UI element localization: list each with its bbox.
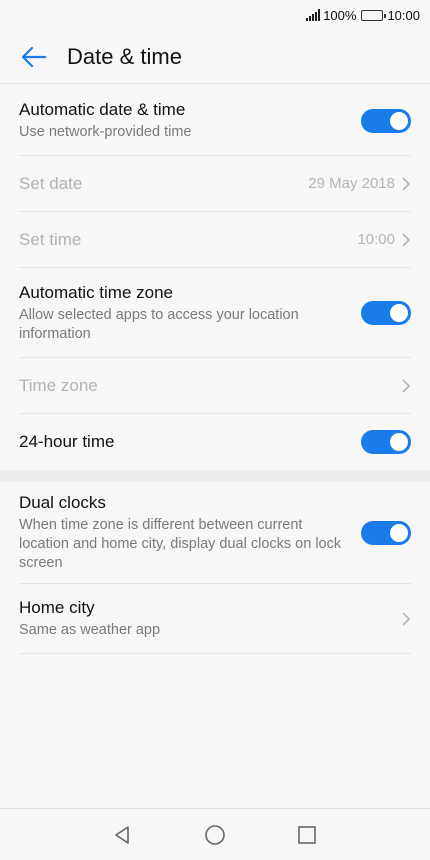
- chevron-right-icon: [402, 611, 411, 626]
- automatic-date-time-title: Automatic date & time: [19, 100, 186, 119]
- nav-recents-button[interactable]: [287, 815, 327, 855]
- automatic-time-zone-subtitle: Allow selected apps to access your locat…: [19, 306, 299, 342]
- home-city-row[interactable]: Home city Same as weather app: [19, 584, 411, 654]
- hour-24-row[interactable]: 24-hour time: [19, 414, 411, 470]
- section-datetime: Automatic date & time Use network-provid…: [0, 86, 430, 470]
- time-zone-title: Time zone: [19, 375, 98, 395]
- chevron-right-icon: [402, 232, 411, 247]
- dual-clocks-subtitle: When time zone is different between curr…: [19, 517, 342, 571]
- automatic-date-time-row[interactable]: Automatic date & time Use network-provid…: [19, 86, 411, 156]
- set-date-row[interactable]: Set date 29 May 2018: [19, 156, 411, 212]
- square-recents-icon: [298, 825, 316, 844]
- home-city-title: Home city: [19, 598, 95, 617]
- battery-percent: 100%: [323, 7, 357, 23]
- hour-24-toggle[interactable]: [361, 430, 411, 454]
- automatic-time-zone-row[interactable]: Automatic time zone Allow selected apps …: [19, 268, 411, 358]
- dual-clocks-toggle[interactable]: [361, 520, 411, 545]
- dual-clocks-row[interactable]: Dual clocks When time zone is different …: [19, 482, 411, 584]
- dual-clocks-title: Dual clocks: [19, 493, 106, 512]
- automatic-time-zone-toggle[interactable]: [361, 300, 411, 325]
- app-bar: Date & time: [0, 30, 430, 84]
- section-clocks: Dual clocks When time zone is different …: [0, 482, 430, 654]
- clock: 10:00: [387, 7, 420, 23]
- set-time-row[interactable]: Set time 10:00: [19, 212, 411, 268]
- automatic-time-zone-title: Automatic time zone: [19, 282, 174, 302]
- navigation-bar: [0, 808, 430, 860]
- signal-icon: [306, 9, 321, 21]
- hour-24-title: 24-hour time: [19, 432, 115, 451]
- back-button[interactable]: [19, 42, 49, 72]
- set-time-value: 10:00: [357, 231, 395, 248]
- section-divider: [0, 470, 430, 482]
- circle-home-icon: [205, 824, 225, 845]
- chevron-right-icon: [402, 176, 411, 191]
- set-date-value: 29 May 2018: [308, 175, 395, 192]
- set-date-title: Set date: [19, 173, 83, 193]
- settings-list: Automatic date & time Use network-provid…: [0, 86, 430, 654]
- triangle-back-icon: [115, 825, 129, 844]
- automatic-date-time-subtitle: Use network-provided time: [19, 124, 192, 140]
- set-time-title: Set time: [19, 229, 82, 249]
- battery-icon: [361, 9, 387, 21]
- automatic-date-time-toggle[interactable]: [361, 108, 411, 133]
- nav-back-button[interactable]: [103, 815, 143, 855]
- page-title: Date & time: [67, 43, 182, 69]
- home-city-subtitle: Same as weather app: [19, 622, 161, 638]
- chevron-right-icon: [402, 378, 411, 393]
- status-bar: 100% 10:00: [0, 0, 430, 30]
- time-zone-row[interactable]: Time zone: [19, 358, 411, 414]
- nav-home-button[interactable]: [195, 815, 235, 855]
- back-arrow-icon: [21, 46, 47, 67]
